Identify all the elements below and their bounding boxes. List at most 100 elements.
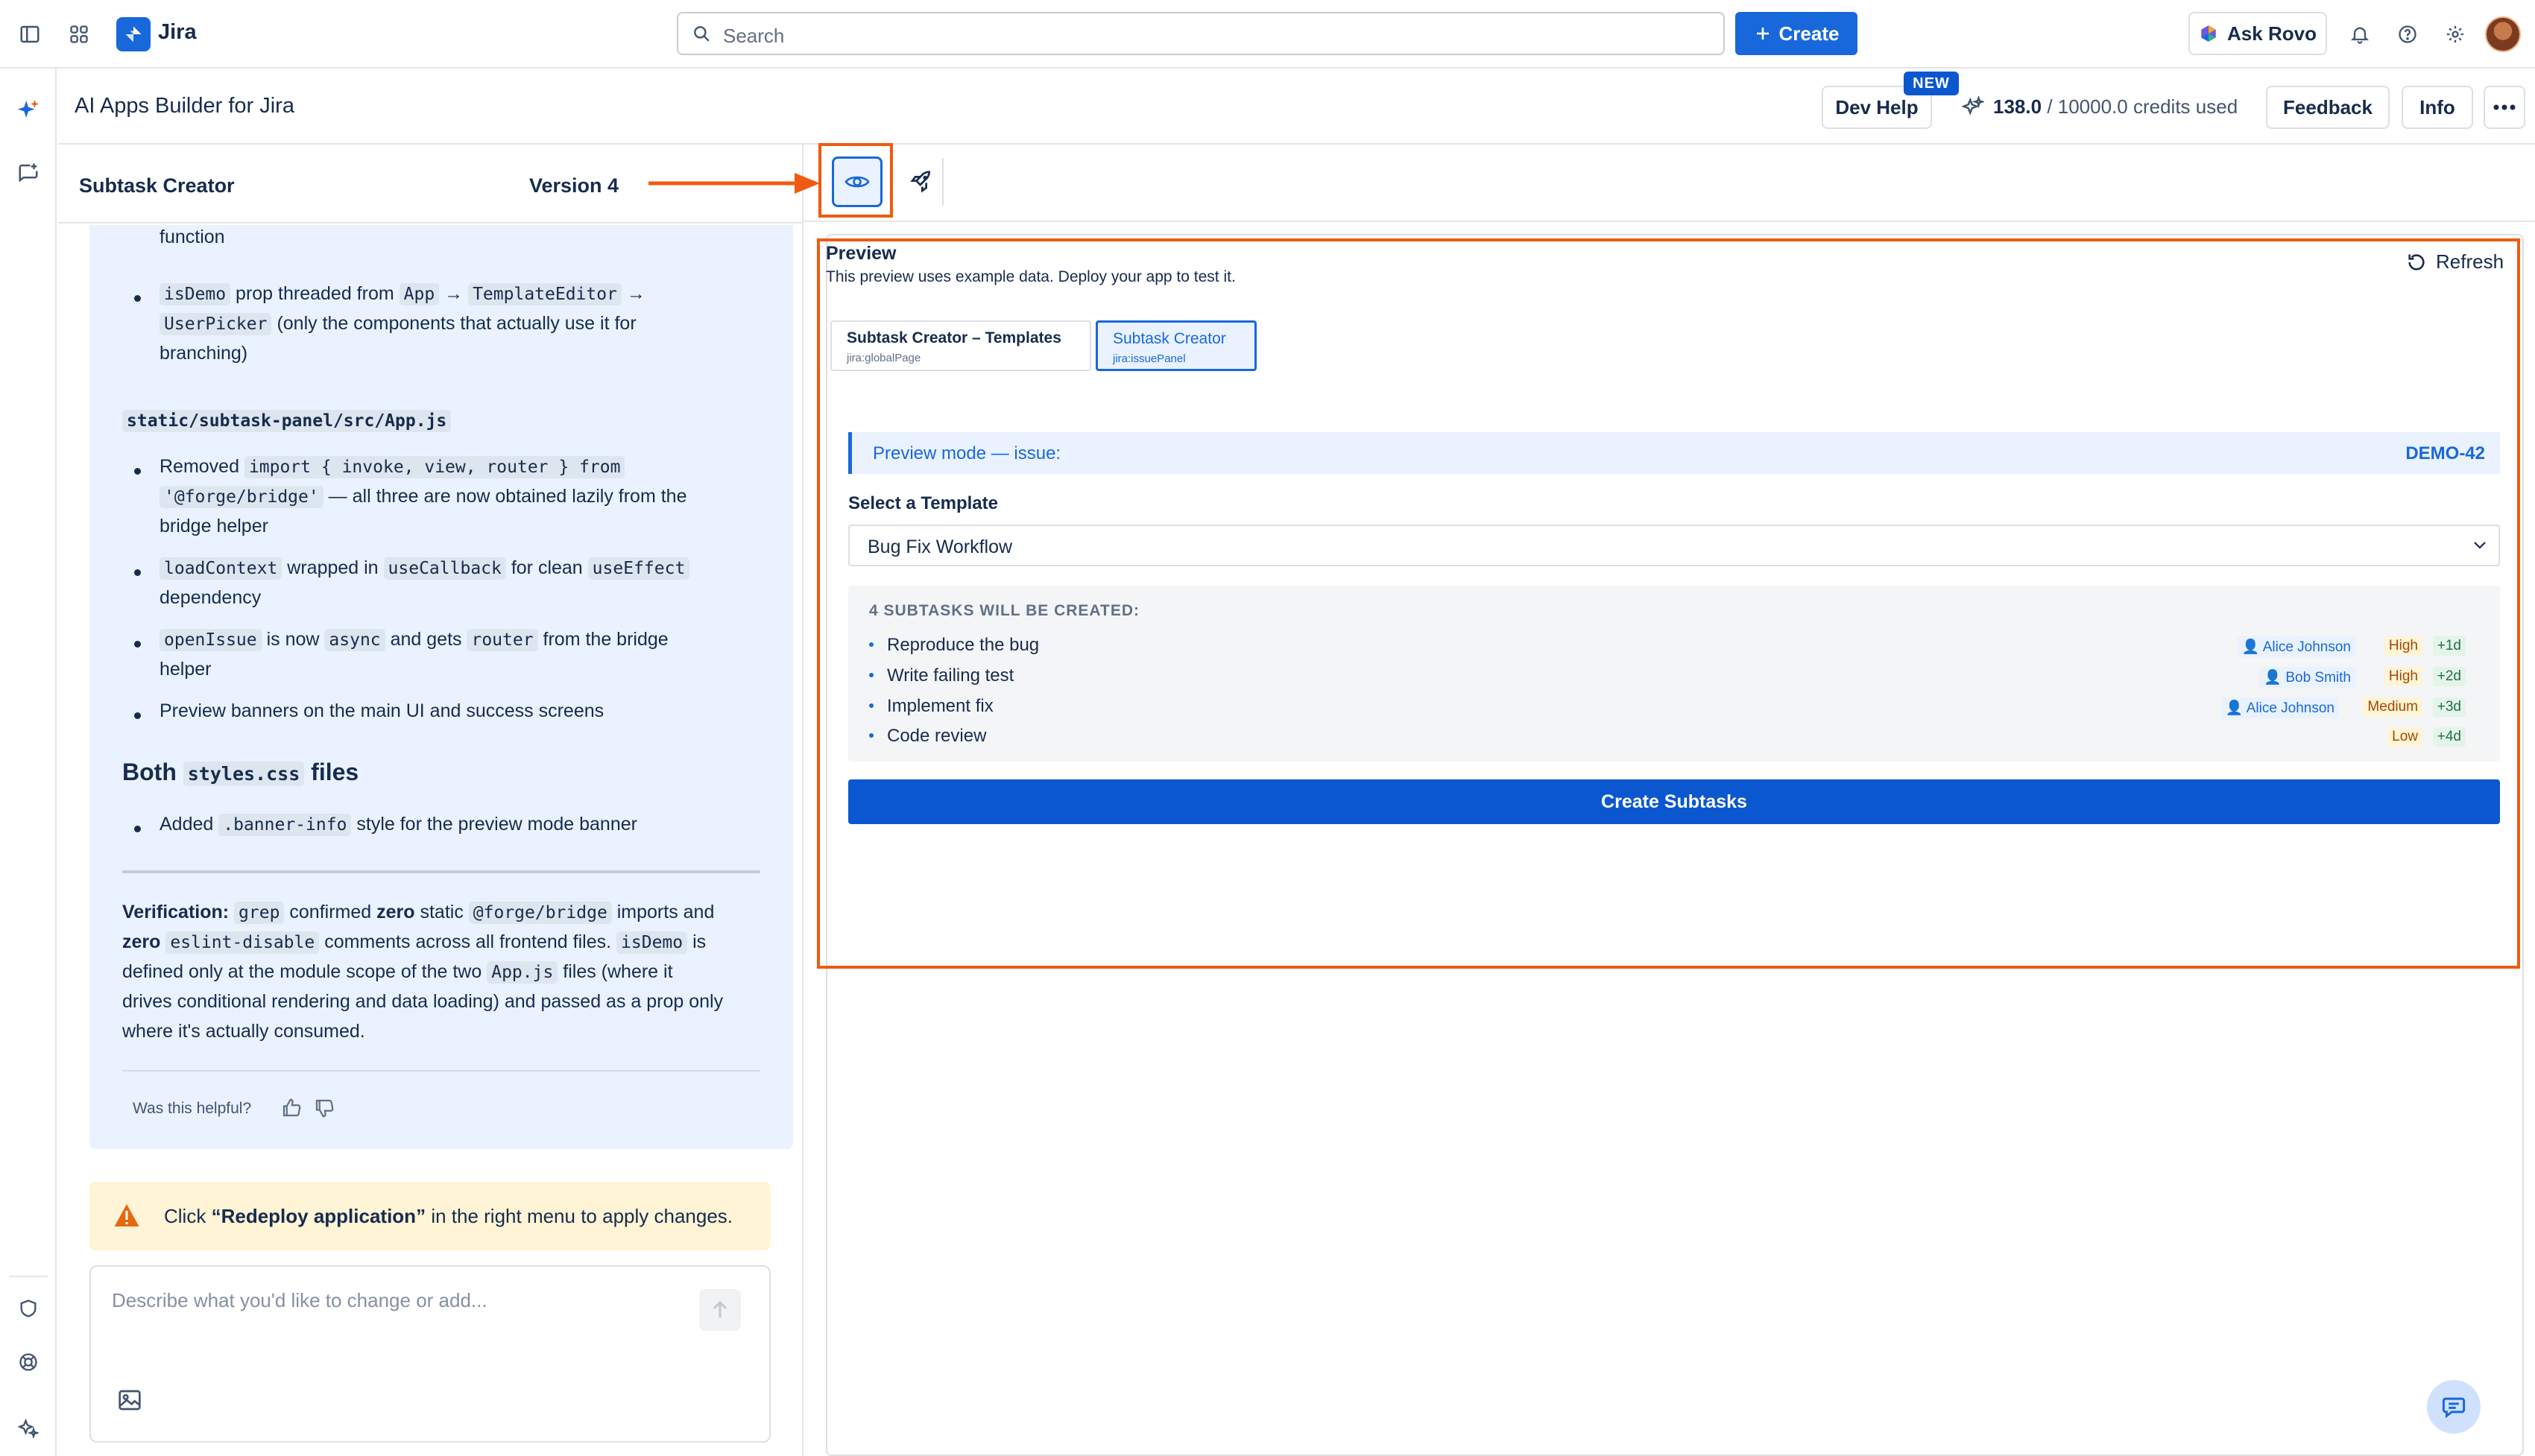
settings-gear-icon[interactable] [2437,16,2473,52]
feedback-button-main[interactable]: Feedback [2266,86,2390,129]
credits-total-text: / 10000.0 credits used [2047,95,2238,118]
user-avatar[interactable] [2485,16,2521,52]
page-title: AI Apps Builder for Jira [75,94,294,118]
support-lifebuoy-icon[interactable] [9,1343,48,1381]
due-badge: +4d [2432,727,2466,747]
notifications-bell-icon[interactable] [2342,16,2378,52]
subtask-name: Code review [887,726,987,746]
deploy-button[interactable] [900,156,942,207]
assistant-message: function isDemo prop threaded from App →… [89,225,793,1149]
text: wrapped in [287,557,379,578]
list-bullet [134,826,141,832]
chat-bubble-icon [2442,1397,2466,1418]
ai-sparkle-icon[interactable] [9,91,48,130]
list-item-removed-line3: bridge helper [160,516,268,536]
due-badge: +2d [2432,667,2466,686]
tab-module: jira:globalPage [847,352,921,364]
new-badge: NEW [1904,72,1959,95]
shield-icon[interactable] [9,1289,48,1328]
search-input[interactable]: Search [677,12,1725,55]
subtask-row: Write failing test 👤 Bob Smith High +2d [869,661,2481,691]
send-button[interactable] [699,1289,741,1331]
credits-usage: 138.0 / 10000.0 credits used [1962,95,2238,118]
code-styles-css: styles.css [183,762,305,786]
info-label: Info [2419,95,2455,118]
ask-rovo-button[interactable]: Ask Rovo [2188,12,2327,55]
code-banner-info: .banner-info [218,814,352,836]
text: — all three are now obtained lazily from… [328,486,687,507]
assignee-badge: 👤 Bob Smith [2259,667,2355,688]
search-placeholder: Search [723,25,785,47]
info-button[interactable]: Info [2402,86,2473,129]
refresh-icon [2408,253,2425,270]
code-template-editor: TemplateEditor [468,283,622,306]
text: (only the components that actually use i… [277,313,637,334]
chat-support-button[interactable] [2427,1380,2481,1434]
ai-tools-sparkle-icon[interactable] [9,1408,48,1447]
helpful-prompt: Was this helpful? [133,1100,252,1117]
subtasks-header: 4 SUBTASKS WILL BE CREATED: [869,602,1140,619]
list-bullet [134,295,141,302]
annotation-highlight-box [818,143,893,218]
bold-zero: zero [122,931,161,952]
assignee-name: Alice Johnson [2246,700,2334,716]
subtasks-preview-box: 4 SUBTASKS WILL BE CREATED: Reproduce th… [848,586,2500,762]
text: Both [122,759,177,785]
app-name[interactable]: Jira [158,20,197,45]
assignee-name: Bob Smith [2285,670,2351,686]
list-bullet [134,712,141,719]
version-selector[interactable]: Version 4 [529,174,619,197]
create-button[interactable]: Create [1735,12,1857,55]
preview-title: Preview [826,243,897,264]
preview-mode-banner: Preview mode — issue: DEMO-42 [848,432,2500,474]
refresh-button[interactable]: Refresh [2406,250,2504,273]
list-item-removed-line1: Removed import { invoke, view, router } … [160,456,625,478]
sidebar-toggle-icon[interactable] [12,16,48,52]
assignee-badge: 👤 Alice Johnson [2220,697,2339,718]
list-item-isdemo-line3: branching) [160,343,248,364]
left-rail [0,69,57,1456]
code-loadcontext: loadContext [160,557,282,580]
text: is [692,931,707,952]
annotation-arrow [648,170,821,197]
dev-help-label: Dev Help [1835,95,1919,118]
jira-logo-icon[interactable] [116,17,151,51]
verification-line1: Verification: grep confirmed zero static… [122,902,714,924]
template-select[interactable]: Bug Fix Workflow [848,525,2500,566]
create-subtasks-button[interactable]: Create Subtasks [848,779,2500,824]
prompt-composer[interactable]: Describe what you'd like to change or ad… [89,1265,771,1443]
divider [122,1070,760,1072]
tab-templates-global-page[interactable]: Subtask Creator – Templates jira:globalP… [830,320,1091,371]
thumbs-down-icon[interactable] [313,1097,335,1119]
verification-line5: where it's actually consumed. [122,1021,365,1042]
priority-badge: Low [2387,727,2422,747]
credits-used-value: 138.0 [1993,95,2042,118]
list-item-loadcontext-line1: loadContext wrapped in useCallback for c… [160,557,690,580]
rovo-icon [2201,25,2216,42]
text: Click [164,1205,206,1227]
help-icon[interactable] [2390,16,2425,52]
text: defined only at the module scope of the … [122,961,482,982]
list-item-isdemo-line2: UserPicker (only the components that act… [160,313,637,335]
code-app-js: App.js [487,961,558,984]
code-userpicker: UserPicker [160,313,272,335]
code-forge-bridge: '@forge/bridge' [160,486,323,508]
text: comments across all frontend files. [324,931,612,952]
list-bullet [134,641,141,648]
app-switcher-icon[interactable] [61,16,97,52]
more-options-button[interactable] [2484,86,2525,129]
subtask-name: Reproduce the bug [887,635,1040,655]
panel-divider[interactable] [802,143,804,1456]
code-app: App [399,283,440,306]
redeploy-bold-text: “Redeploy application” [211,1205,426,1227]
issue-key[interactable]: DEMO-42 [2405,443,2485,464]
text: prop threaded from [236,283,394,304]
image-attach-icon[interactable] [118,1389,142,1411]
code-isdemo: isDemo [616,931,688,954]
divider [122,870,760,873]
text: static [420,902,464,922]
tab-issue-panel[interactable]: Subtask Creator jira:issuePanel [1096,320,1257,371]
feedback-chat-icon[interactable] [9,153,48,192]
template-select-label: Select a Template [848,493,998,513]
thumbs-up-icon[interactable] [280,1097,303,1119]
